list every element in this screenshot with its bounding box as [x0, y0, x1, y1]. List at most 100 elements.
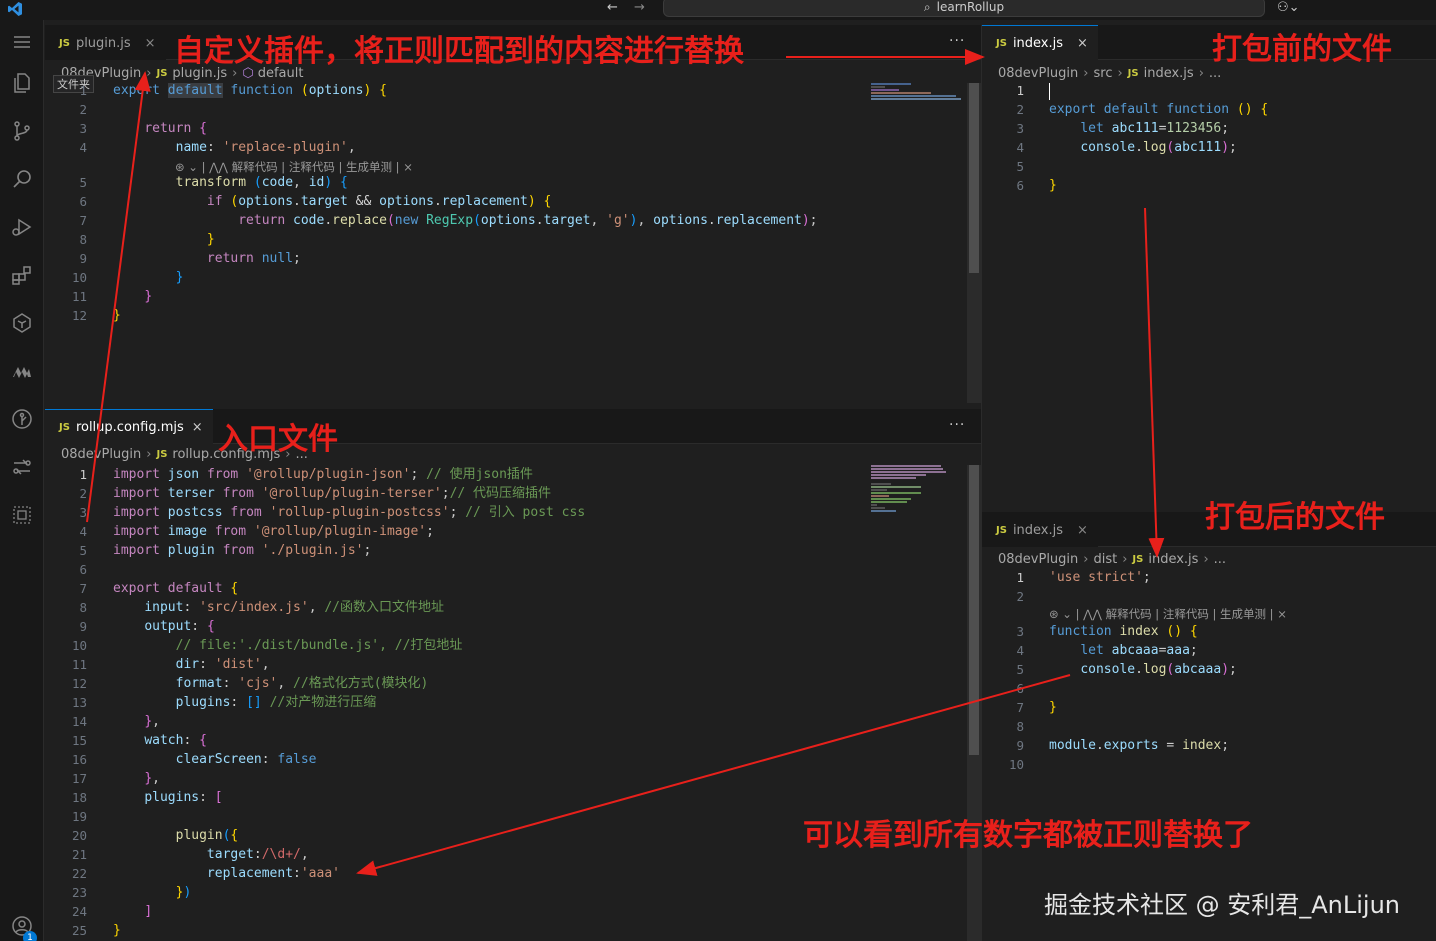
text-cursor: [1049, 83, 1050, 100]
minimap[interactable]: [871, 83, 966, 101]
breadcrumb-file[interactable]: index.js: [1144, 66, 1194, 81]
line-number: 12: [71, 308, 87, 323]
search-icon[interactable]: [8, 165, 36, 193]
js-file-icon: JS: [1127, 67, 1139, 79]
menu-icon[interactable]: [8, 28, 36, 56]
gitlens-icon[interactable]: [8, 405, 36, 433]
line-number: 9: [79, 251, 87, 266]
line-number: 2: [79, 486, 87, 501]
line-number: 7: [79, 581, 87, 596]
js-file-icon: JS: [996, 524, 1007, 536]
line-number: 7: [79, 213, 87, 228]
tab-rollup-config[interactable]: JS rollup.config.mjs ×: [45, 409, 213, 444]
line-number: 4: [1016, 643, 1024, 658]
close-icon[interactable]: ×: [1077, 523, 1088, 538]
line-number: 20: [71, 828, 87, 843]
breadcrumb-folder[interactable]: 08devPlugin: [998, 552, 1078, 567]
line-number: 5: [79, 543, 87, 558]
line-number: 6: [79, 194, 87, 209]
line-number: 4: [79, 524, 87, 539]
line-number: 2: [79, 102, 87, 117]
line-number: 2: [1016, 102, 1024, 117]
annotation-result-note: 可以看到所有数字都被正则替换了: [803, 818, 1253, 853]
line-number: 15: [71, 733, 87, 748]
js-file-icon: JS: [156, 67, 168, 79]
line-number: 8: [79, 600, 87, 615]
scrollbar[interactable]: [967, 465, 981, 941]
minimap[interactable]: [871, 465, 966, 513]
code-area[interactable]: 123456 export default function () { let …: [982, 81, 1436, 501]
line-number: 25: [71, 923, 87, 938]
line-number: 9: [1016, 738, 1024, 753]
line-number: 16: [71, 752, 87, 767]
scrollbar[interactable]: [967, 83, 981, 403]
line-number: 4: [1016, 140, 1024, 155]
source-control-icon[interactable]: [8, 117, 36, 145]
breadcrumb-file[interactable]: index.js: [1148, 552, 1198, 567]
breadcrumb-folder[interactable]: 08devPlugin: [61, 447, 141, 462]
tab-label: index.js: [1012, 522, 1064, 538]
tab-plugin-js[interactable]: JS plugin.js ×: [45, 25, 166, 60]
line-number: 10: [71, 270, 87, 285]
code-area[interactable]: 1 2 3 4 5 6 7 8 9 10 'use strict'; ⊛ ⌄ | ⋀⋀ 解释代码 …: [982, 568, 1436, 938]
annotation-entry-file: 入口文件: [218, 422, 338, 457]
breadcrumb: 08devPlugin › src › JS index.js › ...: [998, 65, 1222, 81]
line-number: 1: [79, 467, 87, 482]
line-number: 5: [79, 175, 87, 190]
close-icon[interactable]: ×: [145, 36, 156, 51]
line-number: 10: [1008, 757, 1024, 772]
line-number: 8: [1016, 719, 1024, 734]
line-number: 1: [1016, 83, 1024, 98]
command-center-search[interactable]: ⌕ learnRollup: [663, 0, 1265, 17]
line-number: 3: [79, 121, 87, 136]
js-file-icon: JS: [1132, 553, 1144, 565]
activity-bar: 1: [0, 20, 44, 941]
line-number: 5: [1016, 662, 1024, 677]
tab-label: rollup.config.mjs: [75, 419, 184, 435]
line-number: 6: [1016, 681, 1024, 696]
line-number: 4: [79, 140, 87, 155]
forward-arrow-icon[interactable]: →: [634, 0, 645, 15]
line-number: 11: [71, 657, 87, 672]
tab-dist-index-js[interactable]: JS index.js ×: [982, 512, 1098, 547]
line-number: 18: [71, 790, 87, 805]
line-number: 9: [79, 619, 87, 634]
line-number: 1: [1016, 570, 1024, 585]
breadcrumb-subfolder[interactable]: dist: [1093, 552, 1117, 567]
run-debug-icon[interactable]: [8, 213, 36, 241]
editor-group-rollup-config: JS rollup.config.mjs × ··· 08devPlugin › …: [45, 409, 981, 941]
breadcrumb-subfolder[interactable]: src: [1093, 66, 1112, 81]
close-icon[interactable]: ×: [192, 420, 203, 435]
close-icon[interactable]: ×: [1077, 36, 1088, 51]
tab-src-index-js[interactable]: JS index.js ×: [982, 25, 1098, 60]
line-number: 6: [79, 562, 87, 577]
command-center-label: learnRollup: [936, 0, 1005, 14]
line-number: 3: [1016, 121, 1024, 136]
breadcrumb: 08devPlugin › dist › JS index.js › ...: [998, 551, 1227, 567]
line-number: 7: [1016, 700, 1024, 715]
code-area[interactable]: 1 2 3 4 5 6 7 8 9 10 11 12 13 14 15 16 17 18 19 20 21 22 23 24 2…: [45, 465, 981, 941]
back-arrow-icon[interactable]: ←: [607, 0, 618, 15]
breadcrumb-folder[interactable]: 08devPlugin: [998, 66, 1078, 81]
copilot-icon[interactable]: ⚇⌄: [1277, 0, 1300, 15]
line-number: 19: [71, 809, 87, 824]
line-number: 5: [1016, 159, 1024, 174]
extensions-icon[interactable]: [8, 261, 36, 289]
account-badge: 1: [23, 931, 37, 941]
line-number: 1: [79, 83, 87, 98]
more-actions-icon[interactable]: ···: [949, 417, 965, 433]
editor-group-plugin: JS plugin.js × ··· 08devPlugin › JS plugi…: [45, 25, 981, 408]
code-area[interactable]: 1 2 3 4 5 6 7 8 9 10 11 12 export default function …: [45, 81, 981, 401]
annotation-plugin-note: 自定义插件，将正则匹配到的内容进行替换: [174, 34, 744, 69]
files-icon[interactable]: [8, 69, 36, 97]
breadcrumb-trail[interactable]: ...: [1214, 552, 1226, 567]
ai-assistant-icon[interactable]: [8, 309, 36, 337]
docker-icon[interactable]: [8, 501, 36, 529]
marscode-icon[interactable]: [8, 357, 36, 385]
line-number: 17: [71, 771, 87, 786]
line-number: 24: [71, 904, 87, 919]
remote-icon[interactable]: [8, 453, 36, 481]
more-actions-icon[interactable]: ···: [949, 33, 965, 49]
annotation-after-build: 打包后的文件: [1205, 500, 1385, 535]
vscode-logo-icon: [8, 2, 22, 16]
